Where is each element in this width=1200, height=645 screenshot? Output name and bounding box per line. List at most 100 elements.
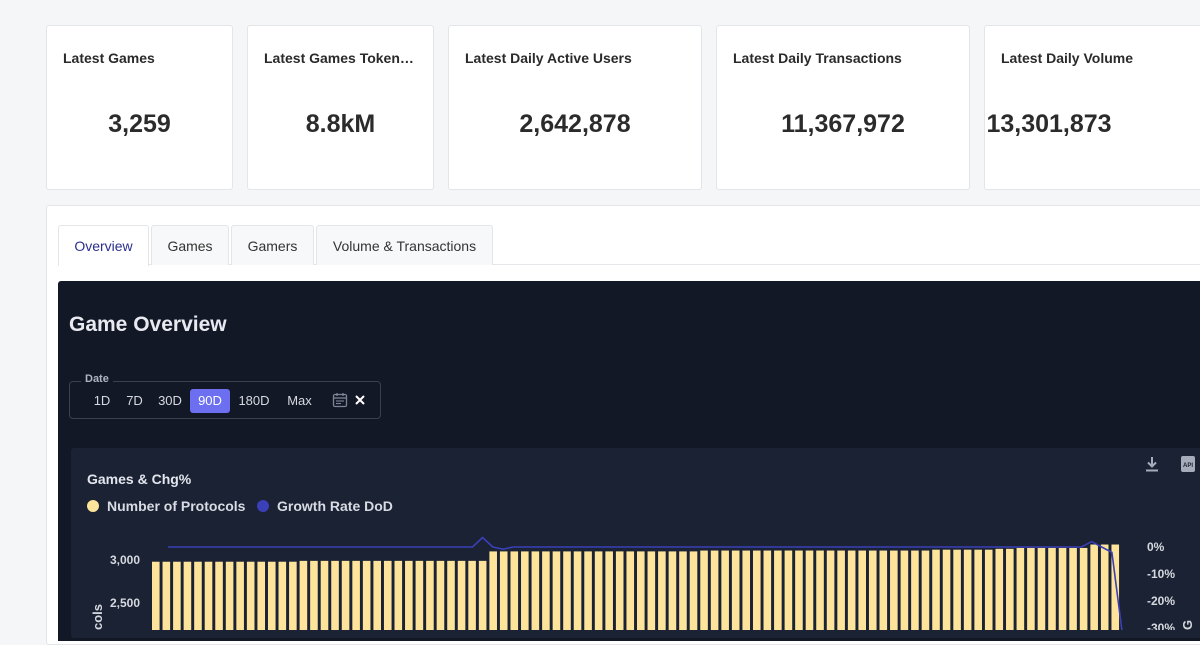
bar[interactable]	[236, 561, 244, 630]
bar[interactable]	[805, 550, 814, 630]
bar[interactable]	[584, 551, 592, 630]
bar[interactable]	[890, 550, 898, 630]
bar[interactable]	[858, 550, 866, 630]
bar[interactable]	[478, 560, 487, 630]
bar[interactable]	[573, 551, 582, 630]
bar[interactable]	[383, 560, 392, 630]
bar[interactable]	[1037, 547, 1046, 630]
bar[interactable]	[963, 549, 972, 630]
y-right-tick: -20%	[1147, 594, 1175, 608]
bar[interactable]	[299, 560, 308, 630]
bar[interactable]	[689, 551, 698, 630]
bar[interactable]	[615, 551, 624, 630]
bar[interactable]	[489, 551, 497, 630]
y-right-tick: 0%	[1147, 540, 1165, 554]
bar[interactable]	[1027, 547, 1035, 630]
bar[interactable]	[668, 551, 677, 630]
bar[interactable]	[173, 561, 181, 630]
bar[interactable]	[352, 560, 360, 630]
y-left-tick: 3,000	[110, 553, 140, 567]
bar[interactable]	[626, 551, 635, 630]
bar[interactable]	[225, 561, 234, 630]
bar[interactable]	[900, 550, 909, 630]
bar[interactable]	[932, 549, 940, 630]
bar[interactable]	[152, 561, 160, 630]
bar[interactable]	[215, 561, 223, 630]
y-right-axis-label: G	[1180, 620, 1195, 630]
bar[interactable]	[320, 560, 329, 630]
bar[interactable]	[837, 550, 845, 630]
games-chart: 3,000 2,500 cols 0% -10% -20% -30% G	[90, 536, 1195, 630]
bar[interactable]	[510, 551, 519, 630]
bar[interactable]	[426, 560, 434, 630]
bar[interactable]	[373, 560, 381, 630]
bar[interactable]	[700, 550, 708, 630]
bar[interactable]	[310, 560, 318, 630]
bar[interactable]	[953, 549, 961, 630]
bar[interactable]	[1048, 547, 1056, 630]
bar[interactable]	[162, 561, 171, 630]
bar[interactable]	[752, 550, 761, 630]
y-right-tick: -30%	[1147, 621, 1175, 630]
bar[interactable]	[721, 550, 729, 630]
bar[interactable]	[742, 550, 751, 630]
bar[interactable]	[784, 550, 793, 630]
bar[interactable]	[521, 551, 529, 630]
bar[interactable]	[710, 550, 719, 630]
bar[interactable]	[1069, 547, 1077, 630]
bar[interactable]	[731, 550, 740, 630]
y-left-axis-label: cols	[90, 604, 105, 630]
bar[interactable]	[1079, 547, 1088, 630]
bar[interactable]	[436, 560, 445, 630]
bar[interactable]	[1006, 548, 1014, 630]
bar[interactable]	[1090, 544, 1098, 630]
bar[interactable]	[816, 550, 824, 630]
bar[interactable]	[1100, 544, 1109, 630]
bar[interactable]	[974, 549, 982, 630]
bar[interactable]	[405, 560, 413, 630]
bar[interactable]	[468, 560, 476, 630]
bar[interactable]	[447, 560, 455, 630]
bar[interactable]	[552, 551, 561, 630]
bar[interactable]	[1016, 547, 1025, 630]
y-right-tick: -10%	[1147, 567, 1175, 581]
bar[interactable]	[204, 561, 213, 630]
bar[interactable]	[942, 549, 951, 630]
bar[interactable]	[911, 550, 919, 630]
bar[interactable]	[394, 560, 403, 630]
bar[interactable]	[679, 551, 687, 630]
bar[interactable]	[331, 560, 339, 630]
bar[interactable]	[658, 551, 666, 630]
bar[interactable]	[1058, 547, 1067, 630]
bar[interactable]	[995, 548, 1004, 630]
bar[interactable]	[457, 560, 466, 630]
bar[interactable]	[194, 561, 202, 630]
bar[interactable]	[499, 551, 508, 630]
bar[interactable]	[763, 550, 772, 630]
bar[interactable]	[246, 561, 255, 630]
bar[interactable]	[847, 550, 856, 630]
bar[interactable]	[826, 550, 835, 630]
y-left-tick: 2,500	[110, 596, 140, 610]
bar[interactable]	[183, 561, 192, 630]
bar[interactable]	[868, 550, 877, 630]
bar[interactable]	[542, 551, 550, 630]
bar[interactable]	[257, 561, 266, 630]
bar[interactable]	[984, 549, 993, 630]
bar[interactable]	[774, 550, 782, 630]
bar[interactable]	[795, 550, 803, 630]
bar[interactable]	[531, 551, 540, 630]
bar[interactable]	[879, 550, 888, 630]
bar[interactable]	[637, 551, 645, 630]
bar[interactable]	[563, 551, 571, 630]
bar[interactable]	[289, 561, 297, 630]
bar[interactable]	[278, 561, 287, 630]
bar[interactable]	[605, 551, 613, 630]
bar[interactable]	[267, 561, 276, 630]
bar[interactable]	[362, 560, 371, 630]
bar[interactable]	[594, 551, 603, 630]
bar[interactable]	[921, 550, 930, 630]
bar[interactable]	[647, 551, 656, 630]
bar[interactable]	[415, 560, 424, 630]
bar[interactable]	[341, 560, 350, 630]
